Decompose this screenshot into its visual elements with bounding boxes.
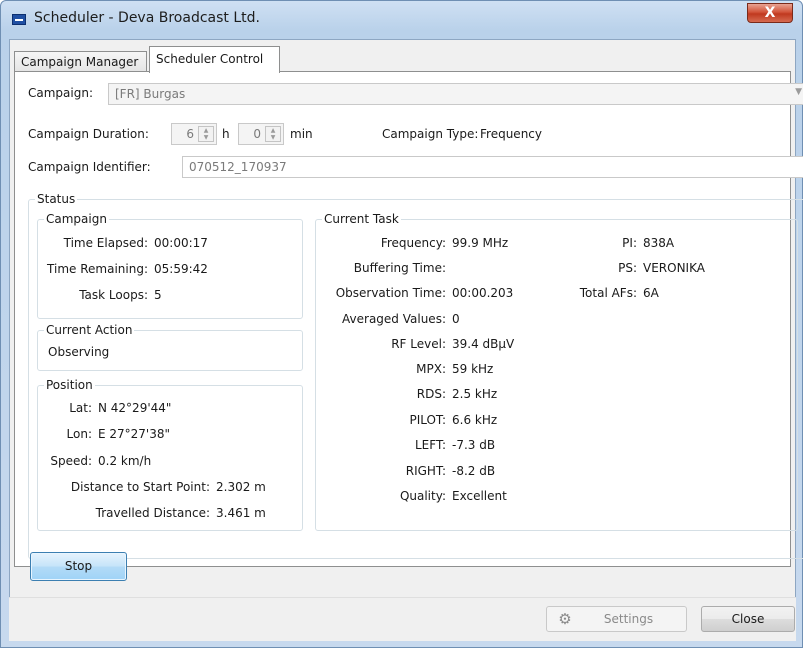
campaign-status-group: Campaign Time Elapsed: 00:00:17 Time Rem… [37, 212, 303, 319]
time-elapsed-value: 00:00:17 [154, 236, 208, 250]
current-action-title: Current Action [44, 323, 135, 337]
task-loops-label: Task Loops: [79, 288, 148, 302]
left-value: -7.3 dB [452, 438, 496, 452]
spin-down-icon[interactable]: ▼ [199, 134, 213, 141]
minutes-unit: min [290, 127, 313, 141]
duration-label: Campaign Duration: [28, 127, 149, 141]
observation-value: 00:00.203 [452, 286, 514, 300]
ps-value: VERONIKA [643, 261, 705, 275]
pi-value: 838A [643, 236, 675, 250]
hours-spin-buttons[interactable]: ▲ ▼ [198, 126, 214, 142]
speed-value: 0.2 km/h [98, 454, 152, 468]
time-remaining-value: 05:59:42 [154, 262, 208, 276]
identifier-field[interactable]: 070512_170937 [182, 156, 803, 178]
averaged-label: Averaged Values: [342, 312, 446, 326]
window-close-button[interactable]: X [747, 3, 793, 23]
mpx-label: MPX: [416, 362, 446, 376]
spin-up-icon[interactable]: ▲ [199, 127, 213, 134]
window-title: Scheduler - Deva Broadcast Ltd. [34, 10, 260, 26]
campaign-select-value: [FR] Burgas [115, 87, 186, 101]
client-area: Campaign Manager Scheduler Control Campa… [9, 39, 803, 641]
hours-value: 6 [186, 127, 194, 141]
current-task-title: Current Task [322, 212, 401, 226]
stop-button[interactable]: Stop [30, 552, 127, 581]
settings-button-label: Settings [603, 612, 654, 626]
total-afs-label: Total AFs: [579, 286, 637, 300]
averaged-value: 0 [452, 312, 460, 326]
right-value: -8.2 dB [452, 464, 496, 478]
lat-value: N 42°29'44" [98, 401, 172, 415]
mpx-value: 59 kHz [452, 362, 494, 376]
pilot-label: PILOT: [409, 413, 446, 427]
pilot-value: 6.6 kHz [452, 413, 498, 427]
duration-hours-stepper[interactable]: 6 ▲ ▼ [171, 123, 217, 145]
total-afs-value: 6A [643, 286, 659, 300]
task-loops-value: 5 [154, 288, 162, 302]
campaign-select[interactable]: [FR] Burgas ▼ [108, 83, 803, 105]
observation-label: Observation Time: [335, 286, 446, 300]
lon-value: E 27°27'38" [98, 427, 171, 441]
campaign-group-title: Campaign [44, 212, 109, 226]
duration-minutes-stepper[interactable]: 0 ▲ ▼ [238, 123, 284, 145]
current-task-group: Current Task Frequency: 99.9 MHz Bufferi… [315, 212, 798, 531]
status-title: Status [35, 192, 78, 206]
rf-level-label: RF Level: [391, 337, 446, 351]
tab-campaign-manager[interactable]: Campaign Manager [14, 51, 147, 72]
rf-level-value: 39.4 dBµV [452, 337, 515, 351]
identifier-label: Campaign Identifier: [28, 160, 151, 174]
scheduler-control-page: Campaign: [FR] Burgas ▼ Campaign Duratio… [14, 71, 803, 567]
campaign-label: Campaign: [28, 86, 93, 100]
pi-label: PI: [622, 236, 637, 250]
app-icon [12, 14, 26, 25]
left-label: LEFT: [414, 438, 446, 452]
distance-start-label: Distance to Start Point: [70, 480, 210, 494]
lat-label: Lat: [69, 401, 92, 415]
frequency-value: 99.9 MHz [452, 236, 509, 250]
travelled-label: Travelled Distance: [95, 506, 210, 520]
campaign-type-label: Campaign Type: [382, 127, 479, 141]
position-group: Position Lat: N 42°29'44" Lon: E 27°27'3… [37, 378, 303, 531]
settings-button[interactable]: ⚙ Settings [546, 606, 687, 632]
current-action-group: Current Action Observing [37, 323, 303, 371]
travelled-value: 3.461 m [216, 506, 266, 520]
buffering-label: Buffering Time: [353, 261, 446, 275]
status-group: Status Campaign Time Elapsed: 00:00:17 T… [28, 192, 803, 559]
spin-up-icon[interactable]: ▲ [266, 127, 280, 134]
rds-label: RDS: [416, 387, 446, 401]
dialog-button-bar: ⚙ Settings Close [9, 597, 796, 641]
campaign-type-value: Frequency [480, 127, 542, 141]
position-title: Position [44, 378, 95, 392]
hours-unit: h [222, 127, 230, 141]
ps-label: PS: [618, 261, 637, 275]
current-action-value: Observing [48, 345, 110, 359]
lon-label: Lon: [66, 427, 92, 441]
tab-scheduler-control[interactable]: Scheduler Control [149, 46, 280, 73]
spin-down-icon[interactable]: ▼ [266, 134, 280, 141]
quality-value: Excellent [452, 489, 507, 503]
distance-start-value: 2.302 m [216, 480, 266, 494]
right-label: RIGHT: [405, 464, 446, 478]
time-remaining-label: Time Remaining: [47, 262, 148, 276]
gear-icon: ⚙ [558, 610, 572, 628]
scheduler-window: Scheduler - Deva Broadcast Ltd. X Campai… [0, 0, 803, 648]
time-elapsed-label: Time Elapsed: [63, 236, 148, 250]
quality-label: Quality: [399, 489, 446, 503]
close-button[interactable]: Close [701, 606, 795, 632]
minutes-value: 0 [253, 127, 261, 141]
speed-label: Speed: [50, 454, 92, 468]
minutes-spin-buttons[interactable]: ▲ ▼ [265, 126, 281, 142]
chevron-down-icon: ▼ [795, 87, 802, 97]
frequency-label: Frequency: [380, 236, 446, 250]
title-bar[interactable]: Scheduler - Deva Broadcast Ltd. X [1, 1, 802, 39]
rds-value: 2.5 kHz [452, 387, 498, 401]
